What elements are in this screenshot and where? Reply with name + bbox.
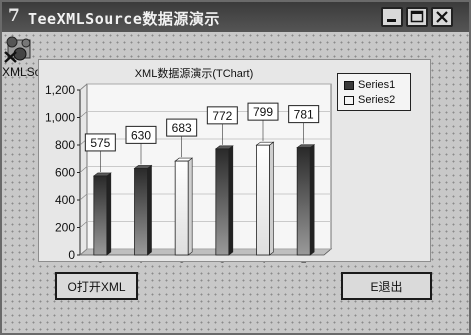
maximize-icon [410, 10, 424, 23]
bar-series2-2 [174, 160, 189, 256]
exit-button[interactable]: E退出 [341, 272, 432, 300]
legend-item-series1: Series1 [344, 78, 395, 92]
x-tick-label: 5 [300, 260, 307, 263]
x-tick-label: 1 [138, 260, 145, 263]
y-tick-label: 800 [55, 138, 75, 152]
legend-swatch-series1 [344, 80, 354, 90]
y-tick-label: 200 [55, 221, 75, 235]
title-bar[interactable]: 7 TeeXMLSource数据源演示 [2, 2, 469, 32]
maximize-button[interactable] [406, 7, 428, 27]
chart-title: XML数据源演示(TChart) [135, 66, 254, 80]
window-title: TeeXMLSource数据源演示 [28, 10, 220, 28]
xml-source-component-icon[interactable] [2, 34, 38, 64]
legend-label-series2: Series2 [358, 94, 396, 106]
y-tick-label: 1,000 [45, 111, 75, 125]
legend-swatch-series2 [344, 95, 354, 105]
y-gridline-depth [79, 166, 88, 173]
chart-floor [78, 248, 333, 256]
legend-item-series2: Series2 [344, 93, 395, 107]
chart-legend: Series1 Series2 [337, 73, 411, 111]
data-label: 683 [172, 121, 192, 135]
bar-series1-1 [134, 167, 148, 256]
y-tick-label: 600 [55, 166, 75, 180]
y-gridline-depth [79, 83, 88, 91]
y-gridline-depth [79, 221, 88, 228]
main-window: 7 TeeXMLSource数据源演示 XMLSource1 XML数据源演示(… [0, 0, 471, 335]
x-tick-label: 4 [260, 260, 267, 263]
bar-series2-4 [256, 144, 270, 256]
y-gridline-depth [79, 111, 88, 118]
data-label: 781 [294, 108, 314, 122]
legend-label-series1: Series1 [358, 79, 396, 91]
bar-series1-5 [296, 147, 311, 256]
bar-side [147, 164, 152, 256]
x-tick-label: 2 [178, 260, 185, 263]
form-client-area: XMLSource1 XML数据源演示(TChart) 0 200 400 600 8 [2, 32, 469, 333]
bar-side [228, 145, 234, 256]
bar-series1-0 [93, 175, 108, 256]
minimize-button[interactable] [381, 7, 403, 27]
bar-side [309, 144, 315, 256]
x-tick-label: 3 [219, 260, 226, 263]
bar-side [187, 157, 193, 256]
data-label: 772 [212, 109, 232, 123]
open-xml-button[interactable]: O打开XML [55, 272, 138, 300]
x-tick-label: 0 [97, 260, 104, 263]
data-label: 799 [253, 105, 273, 119]
y-tick-label: 400 [55, 193, 75, 207]
bar-side [106, 172, 112, 256]
y-gridline-depth [79, 193, 88, 201]
app-icon: 7 [8, 6, 20, 26]
close-button[interactable] [431, 7, 453, 27]
close-icon [436, 11, 448, 23]
bar-series1-3 [215, 148, 230, 256]
minimize-icon [387, 19, 396, 22]
bar-side [269, 141, 274, 256]
y-tick-label: 1,200 [45, 83, 75, 97]
data-label: 630 [131, 128, 151, 142]
y-tick-label: 0 [68, 248, 75, 262]
data-label: 575 [90, 136, 110, 150]
